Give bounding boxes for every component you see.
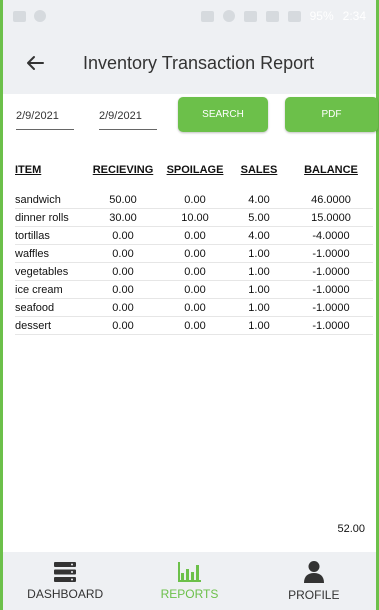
- cell-recieving: 30.00: [85, 208, 161, 227]
- pdf-button[interactable]: PDF: [285, 97, 378, 132]
- table-row: ice cream 0.00 0.00 1.00 -1.0000: [15, 280, 373, 299]
- cell-balance: -4.0000: [289, 226, 373, 245]
- signal-icon: [265, 10, 279, 22]
- sync-icon: [34, 10, 46, 22]
- cell-spoilage: 0.00: [161, 244, 229, 263]
- cell-spoilage: 0.00: [161, 298, 229, 317]
- cell-sales: 4.00: [229, 226, 289, 245]
- date-from-field[interactable]: [16, 105, 74, 130]
- cell-spoilage: 10.00: [161, 208, 229, 227]
- bluetooth-icon: [222, 10, 235, 22]
- column-header-spoilage: SPOILAGE: [166, 164, 224, 176]
- cell-recieving: 0.00: [85, 226, 161, 245]
- cell-spoilage: 0.00: [161, 191, 229, 209]
- table-row: dessert 0.00 0.00 1.00 -1.0000: [15, 316, 373, 335]
- cell-item: sandwich: [15, 191, 85, 209]
- report-table: ITEM RECIEVING SPOILAGE SALES BALANCE sa…: [15, 162, 373, 335]
- date-to-field[interactable]: [99, 105, 157, 130]
- page-title: Inventory Transaction Report: [83, 52, 315, 73]
- cell-sales: 1.00: [229, 298, 289, 317]
- arrow-left-icon: [27, 56, 44, 70]
- column-header-balance: BALANCE: [304, 164, 358, 176]
- nav-dashboard-label: DASHBOARD: [27, 587, 104, 601]
- column-header-sales: SALES: [240, 164, 278, 176]
- cell-balance: -1.0000: [289, 244, 373, 263]
- cell-spoilage: 0.00: [161, 316, 229, 335]
- clock: 2:34: [342, 9, 366, 23]
- battery-percent: 95%: [309, 9, 334, 23]
- column-header-recieving: RECIEVING: [92, 164, 154, 176]
- cell-balance: 15.0000: [289, 208, 373, 227]
- battery-icon: [287, 10, 301, 22]
- cell-recieving: 0.00: [85, 262, 161, 281]
- table-row: vegetables 0.00 0.00 1.00 -1.0000: [15, 262, 373, 281]
- message-icon: [13, 10, 26, 22]
- cell-item: dessert: [15, 316, 85, 335]
- cell-spoilage: 0.00: [161, 226, 229, 245]
- nav-reports[interactable]: REPORTS: [127, 552, 251, 610]
- table-row: sandwich 50.00 0.00 4.00 46.0000: [15, 191, 373, 209]
- nav-profile-label: PROFILE: [288, 588, 340, 602]
- cell-recieving: 0.00: [85, 298, 161, 317]
- cell-recieving: 50.00: [85, 191, 161, 209]
- cell-item: tortillas: [15, 226, 85, 245]
- cell-balance: -1.0000: [289, 298, 373, 317]
- nav-dashboard[interactable]: DASHBOARD: [3, 552, 127, 610]
- bottom-navigation: DASHBOARD REPORTS PROFILE: [3, 552, 376, 610]
- cell-balance: 46.0000: [289, 191, 373, 209]
- cell-item: ice cream: [15, 280, 85, 299]
- report-filters: SEARCH PDF: [14, 97, 378, 137]
- nav-reports-label: REPORTS: [160, 587, 219, 601]
- cell-sales: 1.00: [229, 244, 289, 263]
- column-header-item: ITEM: [15, 164, 42, 176]
- dashboard-icon: [54, 562, 77, 582]
- cell-item: vegetables: [15, 262, 85, 281]
- back-button[interactable]: [15, 43, 55, 83]
- app-bar: Inventory Transaction Report: [3, 32, 376, 94]
- cast-icon: [200, 10, 214, 22]
- cell-item: seafood: [15, 298, 85, 317]
- nav-profile[interactable]: PROFILE: [252, 552, 376, 610]
- cell-sales: 1.00: [229, 262, 289, 281]
- cell-sales: 1.00: [229, 280, 289, 299]
- cell-recieving: 0.00: [85, 244, 161, 263]
- cell-sales: 5.00: [229, 208, 289, 227]
- status-bar: 95% 2:34: [3, 0, 376, 32]
- table-row: seafood 0.00 0.00 1.00 -1.0000: [15, 298, 373, 317]
- table-header-row: ITEM RECIEVING SPOILAGE SALES BALANCE: [15, 162, 373, 191]
- cell-sales: 1.00: [229, 316, 289, 335]
- cell-recieving: 0.00: [85, 316, 161, 335]
- report-total: 52.00: [337, 523, 365, 535]
- cell-sales: 4.00: [229, 191, 289, 209]
- table-row: tortillas 0.00 0.00 4.00 -4.0000: [15, 226, 373, 245]
- cell-balance: -1.0000: [289, 262, 373, 281]
- cell-item: dinner rolls: [15, 208, 85, 227]
- table-row: waffles 0.00 0.00 1.00 -1.0000: [15, 244, 373, 263]
- cell-spoilage: 0.00: [161, 262, 229, 281]
- cell-balance: -1.0000: [289, 280, 373, 299]
- bar-chart-icon: [178, 562, 202, 582]
- person-icon: [303, 561, 324, 583]
- cell-item: waffles: [15, 244, 85, 263]
- wifi-icon: [243, 10, 257, 22]
- cell-recieving: 0.00: [85, 280, 161, 299]
- search-button[interactable]: SEARCH: [178, 97, 268, 132]
- cell-balance: -1.0000: [289, 316, 373, 335]
- table-row: dinner rolls 30.00 10.00 5.00 15.0000: [15, 208, 373, 227]
- cell-spoilage: 0.00: [161, 280, 229, 299]
